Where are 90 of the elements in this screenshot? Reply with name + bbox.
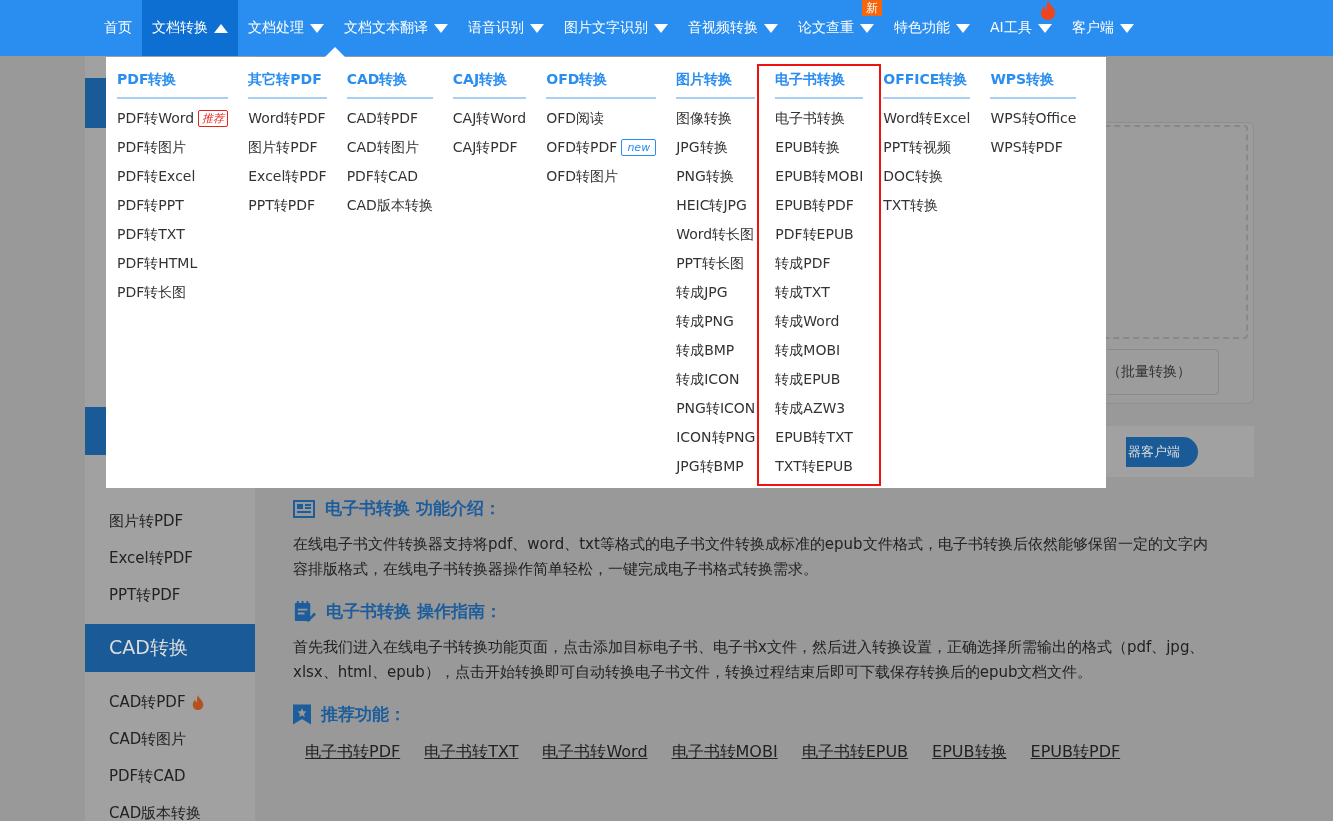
section-paragraph: 首先我们进入在线电子书转换功能页面，点击添加目标电子书、电子书x文件，然后进入转换设置，正确选择所需输出的格式（pdf、jpg、xlsx、html、epub），点击开始转换即可自动转换电子书文件，转换过程结束后即可下载保存转换后的epub文档文件。: [293, 637, 1206, 683]
menu-item[interactable]: CAD版本转换: [346, 196, 433, 215]
section-heading: 电子书转换 操作指南：: [326, 600, 502, 623]
menu-item[interactable]: CAJ转PDF: [452, 138, 518, 157]
menu-item[interactable]: PDF转长图: [117, 283, 187, 302]
menu-item[interactable]: HEIC转JPG: [676, 196, 747, 215]
menu-item[interactable]: WPS转Office: [990, 109, 1077, 128]
menu-item[interactable]: OFD阅读: [546, 109, 605, 128]
batch-add-button[interactable]: （批量转换）: [1107, 349, 1219, 395]
sidebar-header[interactable]: CAD转换: [85, 624, 255, 672]
menu-item[interactable]: 图片转PDF: [248, 138, 318, 157]
menu-item[interactable]: PDF转TXT: [117, 225, 185, 244]
client-download-button[interactable]: 器客户端: [1126, 436, 1198, 467]
menu-item[interactable]: CAJ转Word: [452, 109, 527, 128]
column-heading: PDF转换: [117, 71, 229, 99]
menu-item[interactable]: PPT转PDF: [248, 196, 315, 215]
menu-item[interactable]: Word转Excel: [883, 109, 971, 128]
menu-item[interactable]: EPUB转换: [775, 138, 841, 157]
menu-item[interactable]: TXT转EPUB: [775, 457, 853, 476]
new-badge: new: [621, 139, 657, 156]
column-heading: 图片转换: [676, 71, 756, 99]
menu-item[interactable]: Word转长图: [676, 225, 755, 244]
sidebar-item[interactable]: CAD版本转换: [109, 804, 202, 821]
recommended-link[interactable]: 电子书转Word: [542, 742, 648, 763]
menu-item[interactable]: OFD转PDF: [546, 138, 618, 157]
menu-item[interactable]: Word转PDF: [248, 109, 326, 128]
menu-item[interactable]: TXT转换: [883, 196, 938, 215]
column-heading: OFD转换: [546, 71, 657, 99]
column-heading: CAD转换: [346, 71, 433, 99]
recommended-link[interactable]: 电子书转TXT: [424, 742, 519, 763]
column-heading: WPS转换: [990, 71, 1077, 99]
menu-item[interactable]: EPUB转TXT: [775, 428, 853, 447]
section-paragraph: 在线电子书文件转换器支持将pdf、word、txt等格式的电子书文件转换成标准的epub文件格式，电子书转换后依然能够保留一定的文字内容排版格式，在线电子书转换器操作简单轻松，一键完成电子书格式转换需求。: [293, 534, 1209, 580]
menu-item[interactable]: WPS转PDF: [990, 138, 1063, 157]
menu-item[interactable]: JPG转换: [676, 138, 728, 157]
menu-item[interactable]: ICON转PNG: [676, 428, 756, 447]
menu-item[interactable]: 图像转换: [676, 109, 733, 128]
sidebar-item[interactable]: CAD转PDF: [109, 693, 186, 712]
menu-item[interactable]: 转成Word: [775, 312, 840, 331]
recommended-link[interactable]: 电子书转PDF: [305, 742, 401, 763]
menu-item[interactable]: 转成MOBI: [775, 341, 841, 360]
column-heading: 电子书转换: [775, 71, 864, 99]
recommended-link[interactable]: EPUB转PDF: [1030, 742, 1121, 763]
column-heading: OFFICE转换: [883, 71, 971, 99]
recommend-badge: 推荐: [198, 110, 229, 127]
menu-item[interactable]: CAD转PDF: [346, 109, 419, 128]
menu-item[interactable]: 转成ICON: [676, 370, 740, 389]
menu-item[interactable]: PNG转换: [676, 167, 734, 186]
nav-item[interactable]: 文档转换: [142, 0, 238, 56]
menu-item[interactable]: 转成TXT: [775, 283, 830, 302]
menu-item[interactable]: PDF转HTML: [117, 254, 198, 273]
section-heading: 推荐功能：: [321, 703, 406, 726]
menu-item[interactable]: PPT转视频: [883, 138, 951, 157]
new-badge: 新: [862, 0, 882, 16]
sidebar-item[interactable]: PPT转PDF: [109, 586, 181, 605]
sidebar-item[interactable]: CAD转图片: [109, 730, 187, 749]
sidebar-item[interactable]: 图片转PDF: [109, 512, 184, 531]
menu-item[interactable]: PDF转CAD: [346, 167, 419, 186]
menu-item[interactable]: 转成PNG: [676, 312, 734, 331]
menu-item[interactable]: DOC转换: [883, 167, 943, 186]
menu-item[interactable]: Excel转PDF: [248, 167, 327, 186]
menu-item[interactable]: EPUB转PDF: [775, 196, 854, 215]
menu-item[interactable]: 电子书转换: [775, 109, 846, 128]
menu-item[interactable]: 转成AZW3: [775, 399, 846, 418]
notepad-pen-icon: [293, 600, 316, 623]
menu-item[interactable]: PDF转图片: [117, 138, 187, 157]
menu-item[interactable]: PDF转EPUB: [775, 225, 854, 244]
sidebar-item[interactable]: Excel转PDF: [109, 549, 193, 568]
recommended-link[interactable]: 电子书转EPUB: [801, 742, 909, 763]
recommended-link[interactable]: 电子书转MOBI: [671, 742, 778, 763]
menu-item[interactable]: JPG转BMP: [676, 457, 744, 476]
menu-item[interactable]: PDF转Excel: [117, 167, 196, 186]
menu-item[interactable]: 转成BMP: [676, 341, 735, 360]
menu-item[interactable]: 转成JPG: [676, 283, 728, 302]
bookmark-star-icon: [293, 704, 311, 725]
menu-item[interactable]: PDF转PPT: [117, 196, 184, 215]
menu-item[interactable]: 转成PDF: [775, 254, 831, 273]
sidebar-item[interactable]: PDF转CAD: [109, 767, 186, 786]
newspaper-icon: [293, 498, 315, 519]
menu-item[interactable]: EPUB转MOBI: [775, 167, 864, 186]
menu-item[interactable]: CAD转图片: [346, 138, 419, 157]
column-heading: CAJ转换: [452, 71, 527, 99]
menu-item[interactable]: 转成EPUB: [775, 370, 841, 389]
column-heading: 其它转PDF: [248, 71, 327, 99]
recommended-link[interactable]: EPUB转换: [932, 742, 1007, 763]
menu-item[interactable]: PNG转ICON: [676, 399, 756, 418]
menu-item[interactable]: OFD转图片: [546, 167, 619, 186]
menu-item[interactable]: PDF转Word: [117, 109, 195, 128]
section-heading: 电子书转换 功能介绍：: [325, 497, 501, 520]
menu-item[interactable]: PPT转长图: [676, 254, 744, 273]
